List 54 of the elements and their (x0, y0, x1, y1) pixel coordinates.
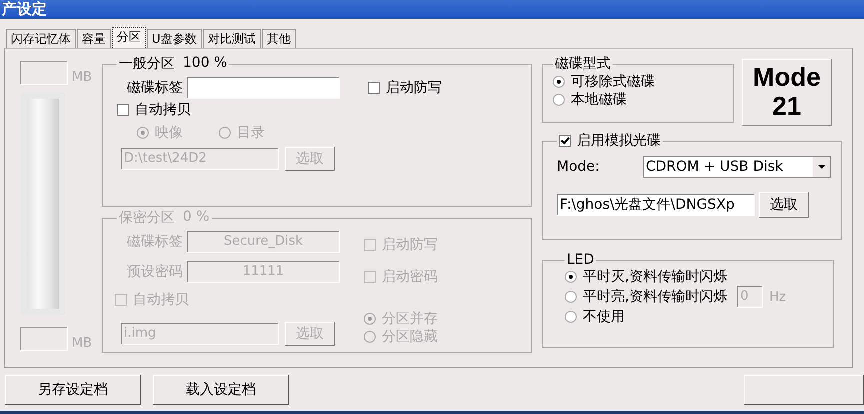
window-title: 产设定 (0, 0, 864, 19)
radio-label: 目录 (237, 124, 265, 142)
field-label: 磁碟标签 (126, 233, 183, 251)
percent-label: 0 % (183, 209, 210, 227)
checkbox[interactable] (559, 135, 571, 147)
group-title: LED (567, 252, 594, 268)
tab[interactable]: 对比测试 (202, 29, 261, 48)
dialog-button[interactable] (744, 375, 864, 405)
radio-label: 可移除式磁碟 (571, 73, 655, 91)
mode-badge: Mode 21 (742, 59, 832, 126)
field-label: 磁碟标签 (126, 79, 183, 97)
capacity-field[interactable] (20, 327, 68, 351)
checkbox-label: 自动拷贝 (133, 291, 189, 309)
radio-button[interactable] (553, 94, 565, 106)
tab[interactable]: U盘参数 (147, 29, 202, 48)
select-button[interactable]: 选取 (759, 192, 809, 218)
radio-label: 映像 (155, 124, 183, 142)
caret-icon (818, 165, 826, 169)
radio-button[interactable] (565, 311, 577, 323)
field-label: Mode: (557, 159, 601, 175)
checkbox[interactable] (368, 82, 380, 94)
capacity-field[interactable] (20, 61, 68, 85)
tab[interactable]: 容量 (77, 29, 111, 48)
tab[interactable]: 其他 (262, 29, 296, 48)
checkbox-label: 自动拷贝 (135, 101, 191, 119)
tab[interactable]: 分区 (112, 27, 146, 48)
text-field[interactable] (187, 77, 340, 99)
radio-button[interactable] (565, 271, 577, 283)
checkbox-label: 启动防写 (386, 79, 442, 97)
mode-dropdown[interactable]: CDROM + USB Disk (643, 156, 831, 178)
checkbox[interactable] (117, 104, 129, 116)
group-title: 一般分区 (119, 55, 175, 73)
radio-label: 分区隐藏 (382, 328, 438, 346)
text-field[interactable]: F:\ghos\光盘文件\DNGSXp (557, 194, 755, 216)
dialog-button[interactable]: 另存设定档 (5, 375, 141, 405)
radio-label: 本地磁碟 (571, 91, 627, 109)
unit-label: MB (72, 336, 92, 351)
radio-label: 不使用 (583, 308, 625, 326)
radio-button[interactable] (553, 76, 565, 88)
radio-label: 平时灭,资料传输时闪烁 (583, 268, 728, 286)
field-label: 预设密码 (126, 263, 183, 281)
radio-label: 平时亮,资料传输时闪烁 (583, 288, 728, 306)
dialog-button[interactable]: 载入设定档 (153, 375, 289, 405)
radio-label: 分区并存 (382, 310, 438, 328)
group-title: 磁碟型式 (555, 55, 611, 73)
unit-label: MB (72, 70, 92, 85)
unit-label: Hz (769, 290, 786, 304)
checkbox-label: 启动防写 (382, 236, 438, 254)
percent-label: 100 % (183, 55, 228, 73)
checkbox-label: 启用模拟光碟 (577, 132, 661, 150)
group-title: 保密分区 (119, 209, 175, 227)
checkbox-label: 启动密码 (382, 268, 438, 286)
radio-button[interactable] (565, 291, 577, 303)
tab[interactable]: 闪存记忆体 (6, 29, 76, 48)
